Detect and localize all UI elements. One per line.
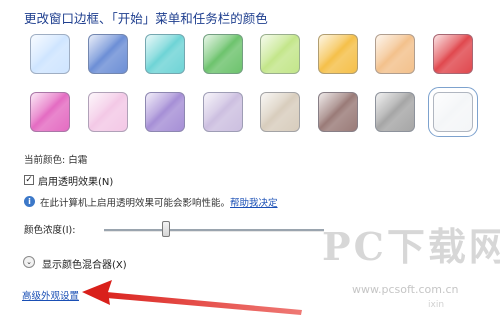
red-arrow-annotation <box>82 280 302 315</box>
watermark-logo: PC下载网 <box>322 224 500 269</box>
arrow-shaft <box>95 291 302 315</box>
arrow-head-icon <box>82 280 112 305</box>
watermark-url: www.pcsoft.com.cn <box>352 283 459 296</box>
watermark-sub: ixin <box>428 300 445 310</box>
